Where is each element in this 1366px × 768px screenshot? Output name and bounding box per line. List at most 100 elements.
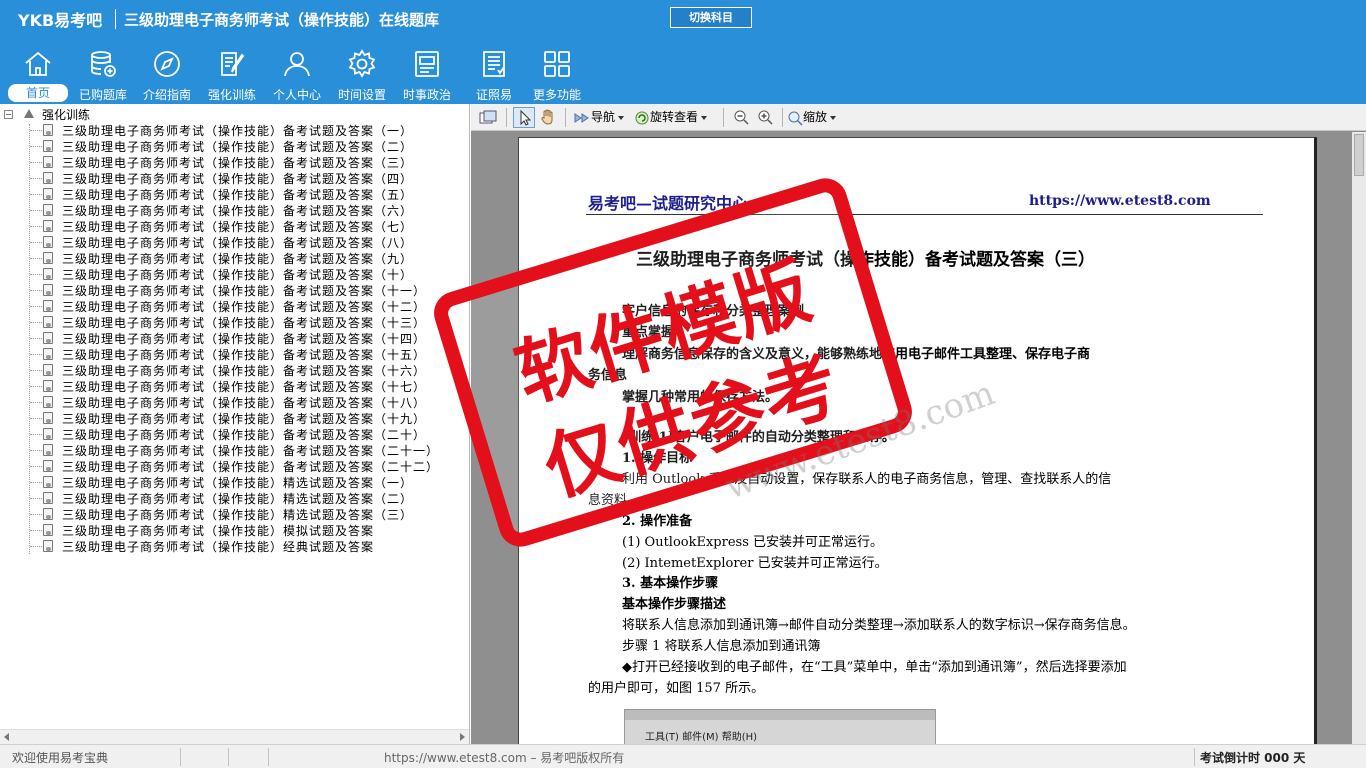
tree-item[interactable]: 三级助理电子商务师考试（操作技能）备考试题及答案（六） [0,202,469,218]
tree-connector [30,226,42,227]
toolbar-guide[interactable]: 介绍指南 [136,44,198,104]
tree-item[interactable]: 三级助理电子商务师考试（操作技能）备考试题及答案（一） [0,122,469,138]
document-icon [43,348,53,360]
document-icon [43,172,53,184]
tree-item[interactable]: 三级助理电子商务师考试（操作技能）备考试题及答案（十九） [0,410,469,426]
tree-item[interactable]: 三级助理电子商务师考试（操作技能）备考试题及答案（十八） [0,394,469,410]
tree-connector [30,194,42,195]
tree-item[interactable]: 三级助理电子商务师考试（操作技能）备考试题及答案（四） [0,170,469,186]
toolbar-training[interactable]: 强化训练 [201,44,263,104]
status-welcome: 欢迎使用易考宝典 [12,751,109,765]
tree-item[interactable]: 三级助理电子商务师考试（操作技能）备考试题及答案（十五） [0,346,469,362]
tree-item[interactable]: 三级助理电子商务师考试（操作技能）备考试题及答案（二十一） [0,442,469,458]
tree-root-label: 强化训练 [42,108,91,122]
toolbar-separator [782,108,783,127]
tree-list: 三级助理电子商务师考试（操作技能）备考试题及答案（一） 三级助理电子商务师考试（操… [0,122,469,554]
tree-item[interactable]: 三级助理电子商务师考试（操作技能）备考试题及答案（十） [0,266,469,282]
toolbar-time-settings[interactable]: 时间设置 [331,44,393,104]
zoom-out-icon [734,110,749,125]
main-toolbar: 首页 已购题库 介绍指南 强化训练 个人中心 时间设置 时事政治 证照易 更多功… [0,44,1366,104]
navigation-icon [574,112,589,123]
tree-item[interactable]: 三级助理电子商务师考试（操作技能）模拟试题及答案 [0,522,469,538]
tree-item[interactable]: 三级助理电子商务师考试（操作技能）备考试题及答案（十二） [0,298,469,314]
tree-item-label: 三级助理电子商务师考试（操作技能）备考试题及答案（十） [62,268,414,282]
tree-item[interactable]: 三级助理电子商务师考试（操作技能）备考试题及答案（二十） [0,426,469,442]
doc-line: (2) IntemetExplorer 已安装并可正常运行。 [622,556,888,571]
tree-item[interactable]: 三级助理电子商务师考试（操作技能）备考试题及答案（八） [0,234,469,250]
document-icon [43,300,53,312]
toolbar-home[interactable]: 首页 [8,44,68,104]
tree-item[interactable]: 三级助理电子商务师考试（操作技能）备考试题及答案（十七） [0,378,469,394]
switch-subject-button[interactable]: 切换科目 [670,7,752,28]
toolbar-certificate[interactable]: 证照易 [463,44,525,104]
document-icon [43,412,53,424]
tree-item[interactable]: 三级助理电子商务师考试（操作技能）备考试题及答案（五） [0,186,469,202]
doc-line: 利用 Outlook 手工及自动设置，保存联系人的电子商务信息，管理、查找联系人… [622,472,1112,487]
tree-item[interactable]: 三级助理电子商务师考试（操作技能）备考试题及答案（十一） [0,282,469,298]
toolbar-purchased[interactable]: 已购题库 [72,44,134,104]
vertical-scrollbar[interactable] [1352,132,1366,744]
toolbar-profile[interactable]: 个人中心 [266,44,328,104]
tree-connector [30,162,42,163]
figure-menu-text: 工具(T) 邮件(M) 帮助(H) [645,732,758,743]
select-tool-button[interactable] [513,107,535,128]
viewer-toolbar: 导航 旋转查看 缩放 [471,104,1366,131]
tree-item[interactable]: 三级助理电子商务师考试（操作技能）备考试题及答案（七） [0,218,469,234]
compass-icon [154,51,180,77]
document-icon [43,364,53,376]
toolbar-politics[interactable]: 时事政治 [396,44,458,104]
tree-connector [30,514,42,515]
toolbar-label: 强化训练 [207,88,256,102]
doc-line: 基本操作步骤描述 [622,597,727,612]
page-header-left: 易考吧—试题研究中心 [588,194,749,213]
tree-item[interactable]: 三级助理电子商务师考试（操作技能）备考试题及答案（九） [0,250,469,266]
tree-connector [30,434,42,435]
tree-item[interactable]: 三级助理电子商务师考试（操作技能）备考试题及答案（十三） [0,314,469,330]
scroll-left-icon[interactable] [4,733,9,741]
tree-connector [30,130,42,131]
tree-connector [30,146,42,147]
scrollbar-thumb[interactable] [1354,134,1364,176]
cursor-icon [520,109,532,126]
zoom-dropdown[interactable]: 缩放 [787,107,843,128]
tree-connector [30,546,42,547]
tree-item[interactable]: 三级助理电子商务师考试（操作技能）经典试题及答案 [0,538,469,554]
tree-item[interactable]: 三级助理电子商务师考试（操作技能）精选试题及答案（一） [0,474,469,490]
exam-countdown: 考试倒计时 000 天 [1200,751,1306,765]
zoom-in-button[interactable] [757,107,777,128]
hand-tool-button[interactable] [539,107,559,128]
collapse-toggle-icon[interactable]: − [4,110,13,119]
tree-item[interactable]: 三级助理电子商务师考试（操作技能）备考试题及答案（三） [0,154,469,170]
document-icon [43,316,53,328]
rotate-view-dropdown[interactable]: 旋转查看 [634,107,716,128]
navigation-dropdown[interactable]: 导航 [573,107,631,128]
tree-item[interactable]: 三级助理电子商务师考试（操作技能）精选试题及答案（三） [0,506,469,522]
toolbar-separator [723,108,724,127]
status-bar: 欢迎使用易考宝典 https://www.etest8.com – 易考吧版权所… [0,744,1366,768]
tree-item-label: 三级助理电子商务师考试（操作技能）备考试题及答案（二十一） [62,444,440,458]
tree-item-label: 三级助理电子商务师考试（操作技能）模拟试题及答案 [62,524,375,538]
snapshot-button[interactable] [479,107,501,128]
tree-item[interactable]: 三级助理电子商务师考试（操作技能）备考试题及答案（二） [0,138,469,154]
tree-connector [30,466,42,467]
tree-item-label: 三级助理电子商务师考试（操作技能）经典试题及答案 [62,540,375,554]
toolbar-more[interactable]: 更多功能 [526,44,588,104]
tree-connector [30,482,42,483]
tree-item-label: 三级助理电子商务师考试（操作技能）备考试题及答案（二十） [62,428,427,442]
tree-item-label: 三级助理电子商务师考试（操作技能）备考试题及答案（十二） [62,300,427,314]
document-icon [43,380,53,392]
tree-connector [30,242,42,243]
horizontal-scrollbar[interactable] [0,729,469,744]
scroll-right-icon[interactable] [460,733,465,741]
tree-item[interactable]: 三级助理电子商务师考试（操作技能）备考试题及答案（二十二） [0,458,469,474]
zoom-out-button[interactable] [733,107,753,128]
tree-item-label: 三级助理电子商务师考试（操作技能）备考试题及答案（二） [62,140,414,154]
tree-item[interactable]: 三级助理电子商务师考试（操作技能）备考试题及答案（十四） [0,330,469,346]
document-icon [43,268,53,280]
document-icon [43,444,53,456]
tree-item[interactable]: 三级助理电子商务师考试（操作技能）精选试题及答案（二） [0,490,469,506]
tree-item[interactable]: 三级助理电子商务师考试（操作技能）备考试题及答案（十六） [0,362,469,378]
tree-connector [30,178,42,179]
tree-connector [30,274,42,275]
toolbar-label: 首页 [8,84,68,102]
